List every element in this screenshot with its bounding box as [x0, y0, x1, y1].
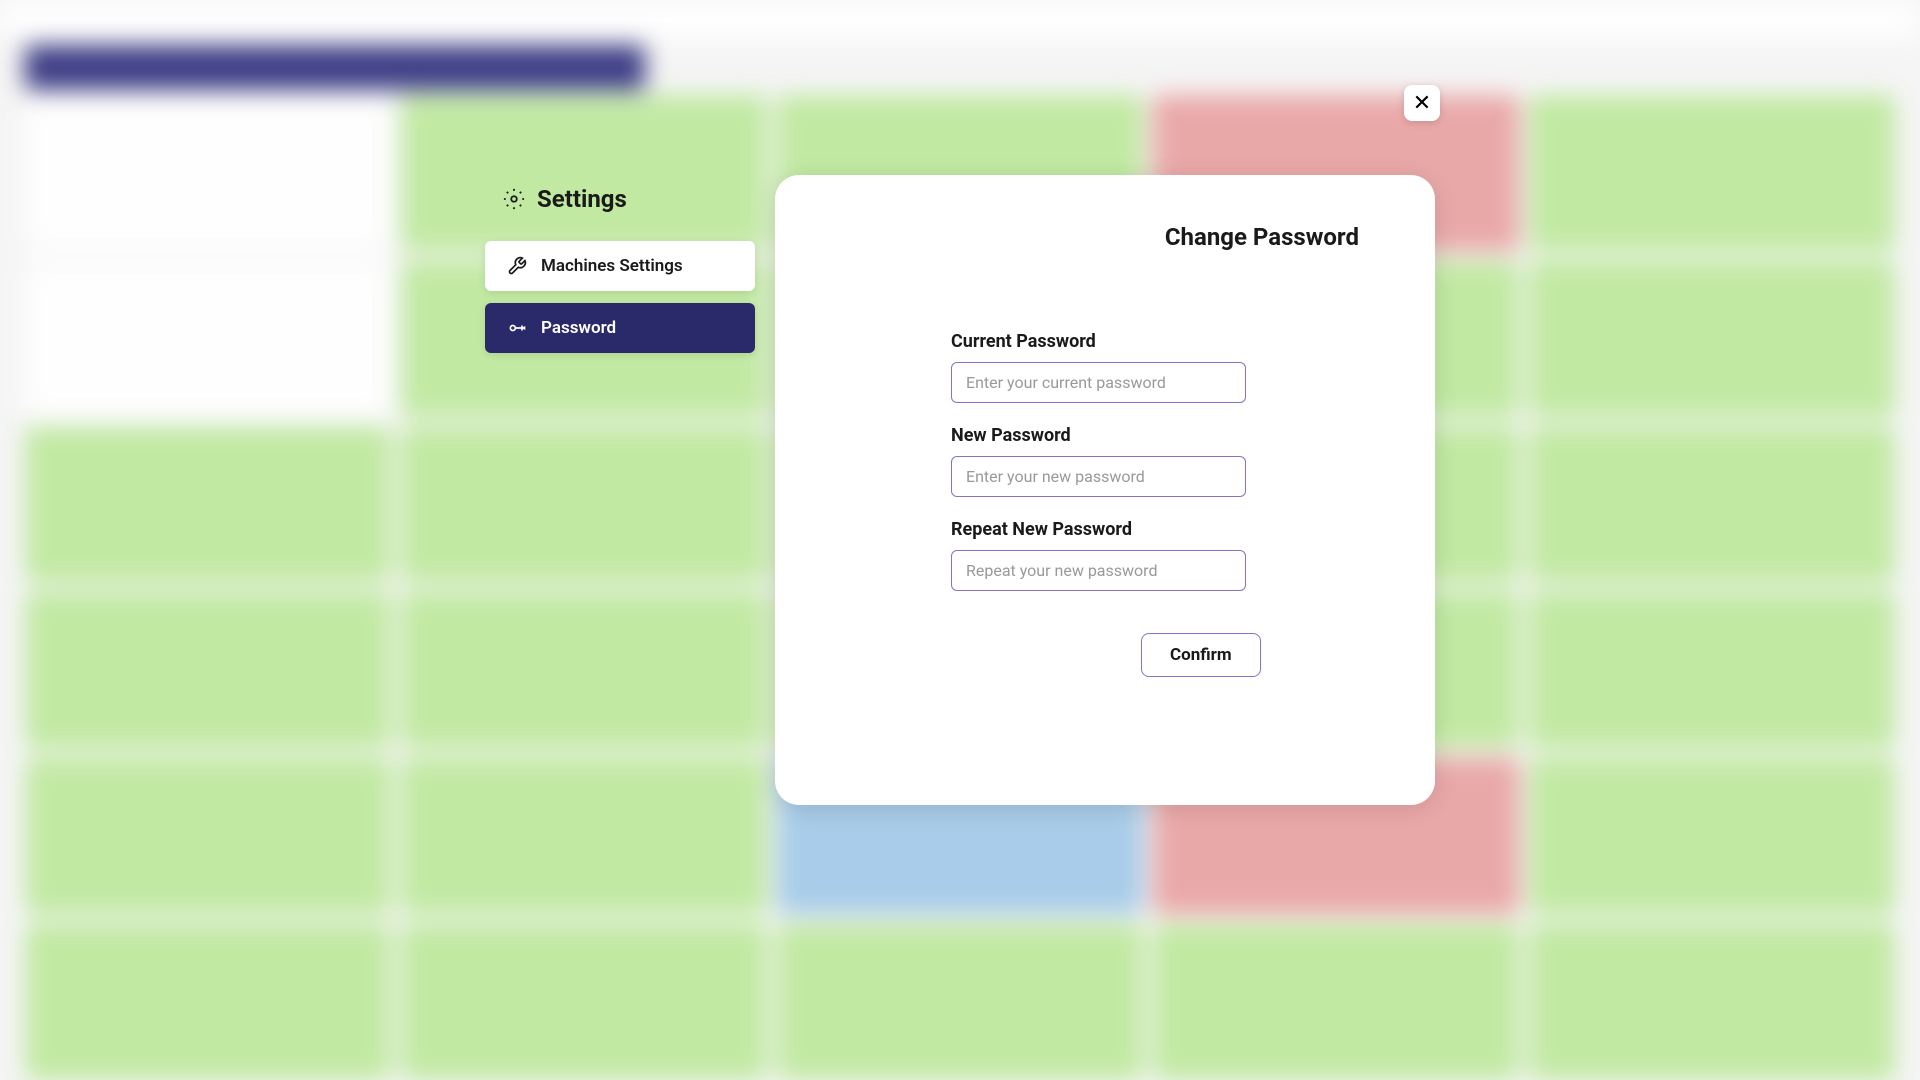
current-password-input[interactable] [951, 362, 1246, 403]
settings-modal: Settings Machines Settings Password [485, 175, 1435, 805]
sidebar-item-label: Password [541, 318, 616, 338]
sidebar-item-machines-settings[interactable]: Machines Settings [485, 241, 755, 291]
new-password-group: New Password [951, 425, 1379, 497]
key-icon [507, 318, 527, 338]
password-form: Current Password New Password Repeat New… [831, 331, 1379, 677]
settings-sidebar: Settings Machines Settings Password [485, 175, 755, 805]
sidebar-item-label: Machines Settings [541, 256, 683, 276]
current-password-group: Current Password [951, 331, 1379, 403]
new-password-input[interactable] [951, 456, 1246, 497]
modal-overlay: Settings Machines Settings Password [0, 0, 1920, 1080]
wrench-icon [507, 256, 527, 276]
sidebar-title-text: Settings [537, 185, 627, 213]
sidebar-title: Settings [485, 185, 755, 213]
confirm-button[interactable]: Confirm [1141, 633, 1261, 677]
change-password-panel: ✕ Change Password Current Password New P… [775, 175, 1435, 805]
close-icon: ✕ [1413, 91, 1431, 116]
repeat-password-input[interactable] [951, 550, 1246, 591]
gear-icon [503, 188, 525, 210]
panel-title: Change Password [831, 223, 1379, 251]
sidebar-item-password[interactable]: Password [485, 303, 755, 353]
current-password-label: Current Password [951, 331, 1379, 352]
repeat-password-group: Repeat New Password [951, 519, 1379, 591]
new-password-label: New Password [951, 425, 1379, 446]
repeat-password-label: Repeat New Password [951, 519, 1379, 540]
close-button[interactable]: ✕ [1404, 85, 1440, 121]
